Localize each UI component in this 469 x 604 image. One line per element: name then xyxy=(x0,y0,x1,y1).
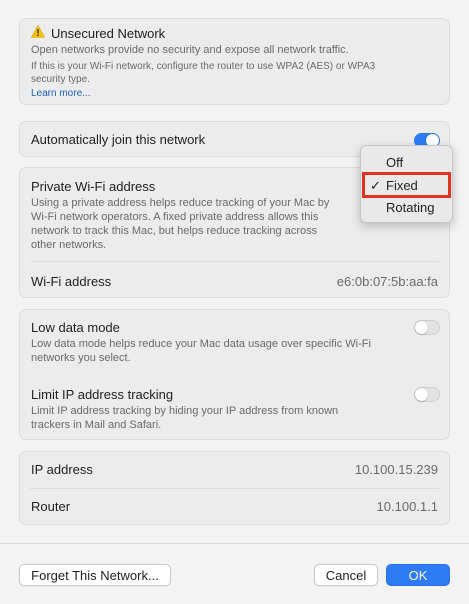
selection-highlight-box xyxy=(362,172,451,198)
menu-item-off[interactable]: Off xyxy=(361,153,452,173)
private-address-desc-4: other networks. xyxy=(31,239,107,251)
low-data-desc-1: Low data mode helps reduce your Mac data… xyxy=(31,338,371,350)
menu-item-label: Rotating xyxy=(386,200,435,215)
ip-address-label: IP address xyxy=(31,462,93,477)
warning-title: Unsecured Network xyxy=(51,26,166,41)
wifi-address-value: e6:0b:07:5b:aa:fa xyxy=(336,274,438,289)
ip-address-value: 10.100.15.239 xyxy=(354,462,438,477)
limit-ip-toggle[interactable] xyxy=(414,387,440,402)
cancel-button[interactable]: Cancel xyxy=(314,564,378,586)
menu-item-rotating[interactable]: Rotating xyxy=(361,198,452,218)
toggle-knob xyxy=(415,321,428,334)
divider xyxy=(30,488,439,489)
limit-ip-desc-1: Limit IP address tracking by hiding your… xyxy=(31,405,339,417)
ok-button[interactable]: OK xyxy=(386,564,450,586)
unsecured-warning-panel: Unsecured Network Open networks provide … xyxy=(19,18,450,105)
private-address-desc-3: network to track this Mac, but helps red… xyxy=(31,225,318,237)
footer-divider xyxy=(0,543,469,544)
low-data-title: Low data mode xyxy=(31,320,120,335)
limit-ip-title: Limit IP address tracking xyxy=(31,387,174,402)
network-info-panel: IP address 10.100.15.239 Router 10.100.1… xyxy=(19,451,450,525)
private-address-desc-1: Using a private address helps reduce tra… xyxy=(31,197,330,209)
limit-ip-desc-2: trackers in Mail and Safari. xyxy=(31,419,162,431)
router-label: Router xyxy=(31,499,71,514)
auto-join-label: Automatically join this network xyxy=(31,132,206,147)
divider xyxy=(30,261,439,262)
warning-icon xyxy=(31,25,45,38)
private-address-desc-2: Wi-Fi network operators. A fixed private… xyxy=(31,211,319,223)
toggle-knob xyxy=(415,388,428,401)
warning-line-3: security type. xyxy=(31,74,90,85)
learn-more-link[interactable]: Learn more... xyxy=(31,88,90,99)
warning-line-2: If this is your Wi-Fi network, configure… xyxy=(31,61,376,72)
router-value: 10.100.1.1 xyxy=(376,499,438,514)
warning-line-1: Open networks provide no security and ex… xyxy=(31,44,349,56)
forget-network-button[interactable]: Forget This Network... xyxy=(19,564,171,586)
low-data-toggle[interactable] xyxy=(414,320,440,335)
low-data-desc-2: networks you select. xyxy=(31,352,131,364)
privacy-options-panel: Low data mode Low data mode helps reduce… xyxy=(19,309,450,440)
private-address-title: Private Wi-Fi address xyxy=(31,179,156,194)
wifi-address-label: Wi-Fi address xyxy=(31,274,112,289)
menu-item-label: Off xyxy=(386,155,404,170)
